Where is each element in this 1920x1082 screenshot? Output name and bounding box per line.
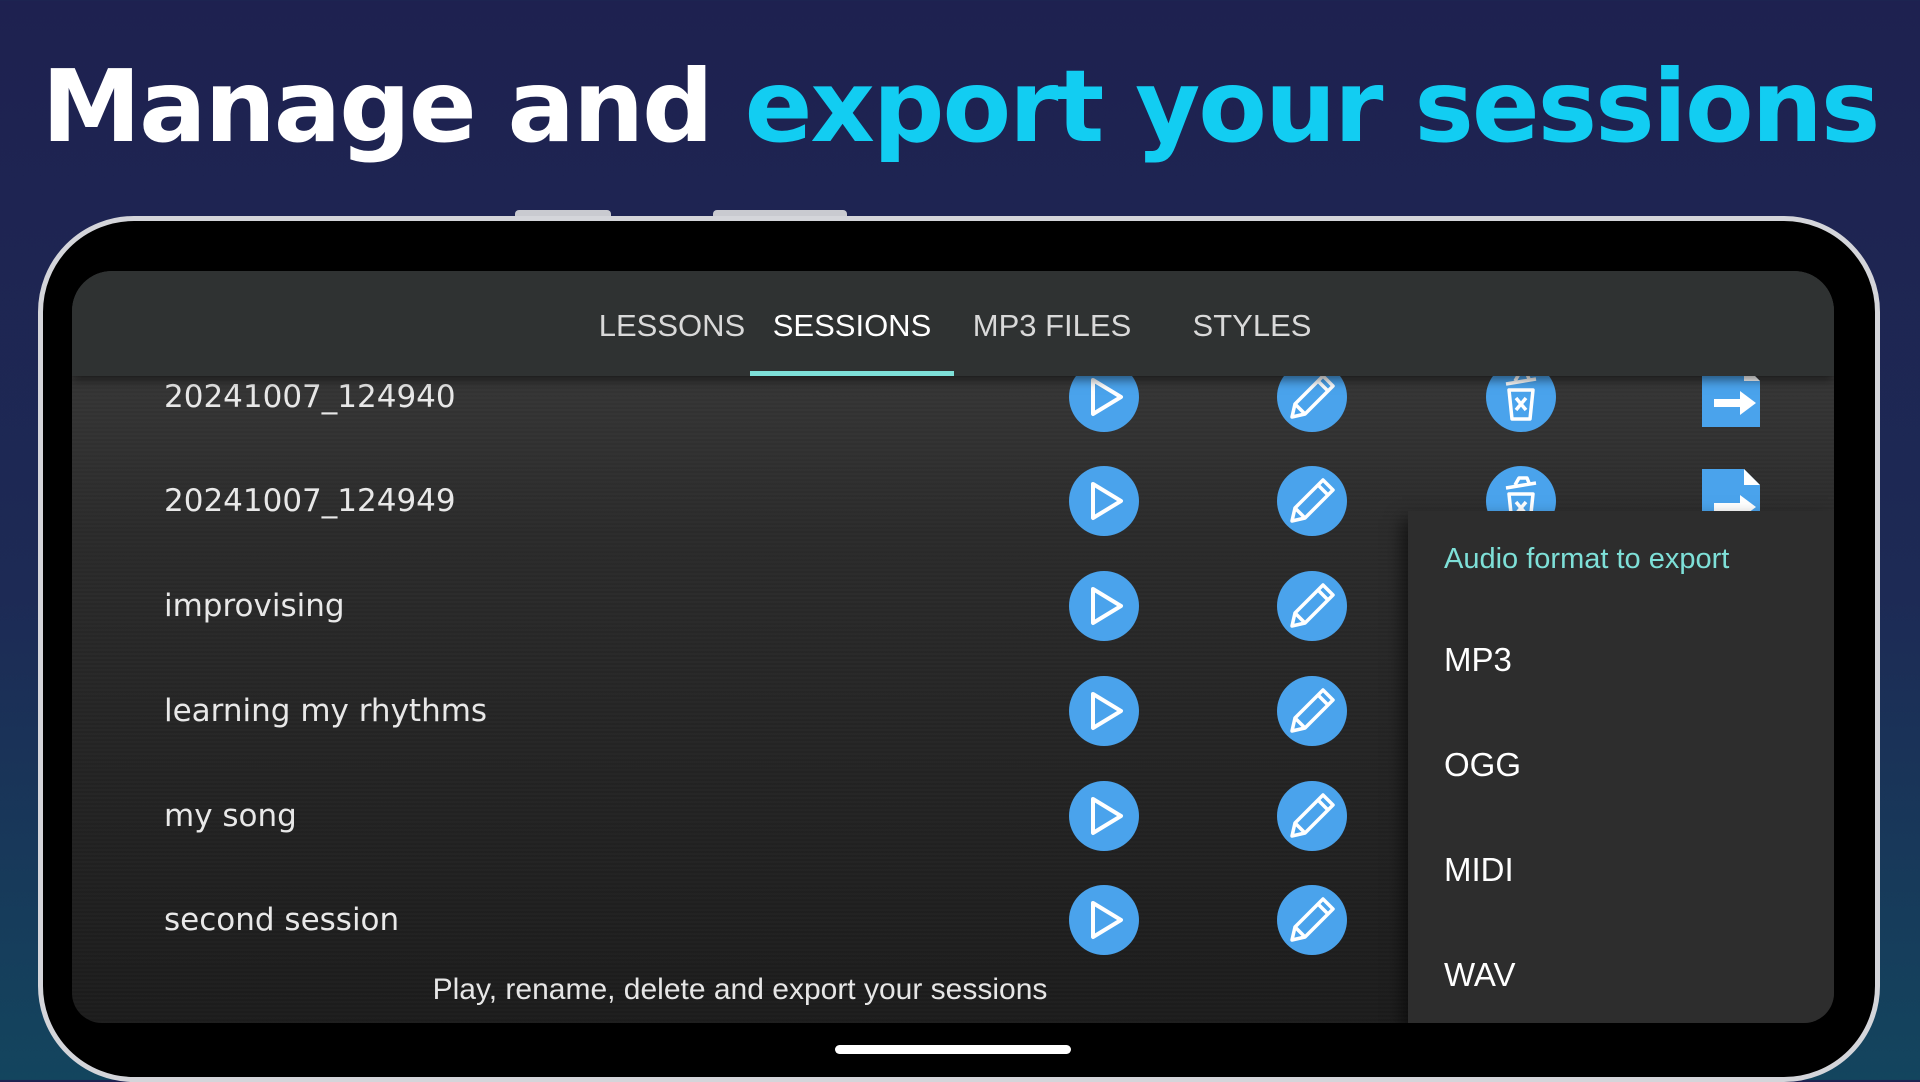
session-name[interactable]: 20241007_124949 xyxy=(164,449,456,553)
headline: Manage and export your sessions xyxy=(0,48,1920,165)
rename-button[interactable] xyxy=(1277,466,1347,536)
session-name[interactable]: second session xyxy=(164,868,399,972)
play-icon xyxy=(1091,587,1123,625)
tab-bar: LESSONS SESSIONS MP3 FILES STYLES xyxy=(72,271,1834,376)
export-option-ogg[interactable]: OGG xyxy=(1444,746,1521,784)
play-button[interactable] xyxy=(1069,571,1139,641)
headline-white: Manage and xyxy=(41,48,714,165)
tab-mp3-files[interactable]: MP3 FILES xyxy=(952,271,1152,376)
footer-hint: Play, rename, delete and export your ses… xyxy=(432,973,1048,1006)
session-name[interactable]: learning my rhythms xyxy=(164,659,487,763)
tab-styles[interactable]: STYLES xyxy=(1157,271,1347,376)
tab-sessions[interactable]: SESSIONS xyxy=(750,271,954,376)
rename-button[interactable] xyxy=(1277,571,1347,641)
pencil-icon xyxy=(1290,478,1335,523)
play-button[interactable] xyxy=(1069,676,1139,746)
tab-lessons[interactable]: LESSONS xyxy=(572,271,772,376)
play-icon xyxy=(1091,692,1123,730)
pencil-icon xyxy=(1290,688,1335,733)
active-tab-indicator xyxy=(750,371,954,376)
play-button[interactable] xyxy=(1069,466,1139,536)
home-indicator[interactable] xyxy=(835,1045,1071,1054)
pencil-icon xyxy=(1290,793,1335,838)
app-screen: 20241007_124940 20241007_124949 improvis… xyxy=(72,271,1834,1023)
export-option-mp3[interactable]: MP3 xyxy=(1444,641,1512,679)
play-button[interactable] xyxy=(1069,885,1139,955)
export-option-midi[interactable]: MIDI xyxy=(1444,851,1514,889)
rename-button[interactable] xyxy=(1277,781,1347,851)
rename-button[interactable] xyxy=(1277,676,1347,746)
export-menu-title: Audio format to export xyxy=(1444,543,1730,575)
play-icon xyxy=(1091,797,1123,835)
play-icon xyxy=(1091,901,1123,939)
pencil-icon xyxy=(1290,583,1335,628)
export-option-wav[interactable]: WAV xyxy=(1444,956,1516,994)
headline-accent: export your sessions xyxy=(744,48,1881,165)
play-icon xyxy=(1091,482,1123,520)
play-button[interactable] xyxy=(1069,781,1139,851)
rename-button[interactable] xyxy=(1277,885,1347,955)
session-name[interactable]: my song xyxy=(164,764,297,868)
session-name[interactable]: improvising xyxy=(164,554,345,658)
pencil-icon xyxy=(1290,897,1335,942)
export-format-menu: Audio format to export MP3 OGG MIDI WAV xyxy=(1408,511,1834,1023)
